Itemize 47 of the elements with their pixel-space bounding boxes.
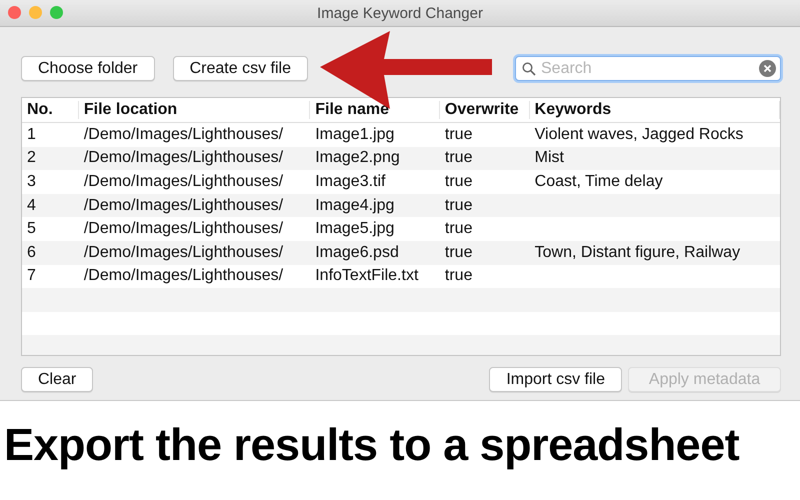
table-cell-text: /Demo/Images/Lighthouses/ bbox=[82, 126, 284, 144]
table-cell-text: true bbox=[444, 220, 474, 238]
column-header[interactable]: Keywords bbox=[530, 101, 780, 119]
table-cell-text: /Demo/Images/Lighthouses/ bbox=[82, 267, 284, 286]
clear-icon[interactable] bbox=[759, 60, 776, 77]
table-cell-text: InfoTextFile.txt bbox=[314, 267, 420, 286]
table-cell-text: 4 bbox=[26, 196, 37, 215]
table-cell-text: Image5.jpg bbox=[314, 220, 396, 238]
table-cell-text: true bbox=[444, 244, 474, 262]
window-title: Image Keyword Changer bbox=[317, 4, 483, 22]
table-cell-text: 6 bbox=[26, 244, 37, 262]
table-cell-text: true bbox=[444, 196, 474, 215]
table-cell-text: Image3.tif bbox=[314, 172, 386, 191]
table-cell-text: /Demo/Images/Lighthouses/ bbox=[82, 244, 284, 262]
table-cell-text: 2 bbox=[26, 149, 37, 168]
table-cell-text: 7 bbox=[26, 267, 37, 286]
search-field[interactable]: Search bbox=[515, 56, 781, 81]
table-cell-text: Image2.png bbox=[314, 149, 401, 168]
close-button[interactable] bbox=[8, 6, 21, 19]
table-cell-text: /Demo/Images/Lighthouses/ bbox=[82, 149, 284, 168]
toolbar-button[interactable]: Create csv file bbox=[172, 56, 308, 81]
table-cell-text: true bbox=[444, 149, 474, 168]
table-cell-text: /Demo/Images/Lighthouses/ bbox=[82, 220, 284, 238]
table-cell-text: Image6.psd bbox=[314, 244, 400, 262]
column-header[interactable]: Overwrite bbox=[440, 101, 530, 119]
minimize-button[interactable] bbox=[29, 6, 42, 19]
table-cell-text: /Demo/Images/Lighthouses/ bbox=[82, 196, 284, 215]
column-header[interactable]: No. bbox=[22, 101, 79, 119]
action-button[interactable]: Import csv file bbox=[489, 367, 622, 392]
table-cell-text: Image4.jpg bbox=[314, 196, 396, 215]
action-button[interactable]: Clear bbox=[21, 367, 94, 392]
caption: Export the results to a spreadsheet bbox=[3, 418, 740, 471]
zoom-button[interactable] bbox=[50, 6, 63, 19]
table-cell-text: true bbox=[444, 267, 474, 286]
table-cell-text: Image1.jpg bbox=[314, 126, 396, 144]
table-cell-text: Mist bbox=[534, 149, 565, 168]
table-cell-text: Violent waves, Jagged Rocks bbox=[534, 126, 744, 144]
table-cell-text: Coast, Time delay bbox=[534, 172, 664, 191]
table-cell-text: 3 bbox=[26, 172, 37, 191]
table-cell-text: 5 bbox=[26, 220, 37, 238]
toolbar-button[interactable]: Choose folder bbox=[21, 56, 155, 81]
table-cell-text: true bbox=[444, 172, 474, 191]
column-header[interactable]: File location bbox=[78, 101, 310, 119]
table-cell-text: /Demo/Images/Lighthouses/ bbox=[82, 172, 284, 191]
table-cell-text: Town, Distant figure, Railway bbox=[534, 244, 742, 262]
table-cell-text: true bbox=[444, 126, 474, 144]
table-cell-text: 1 bbox=[26, 126, 37, 144]
